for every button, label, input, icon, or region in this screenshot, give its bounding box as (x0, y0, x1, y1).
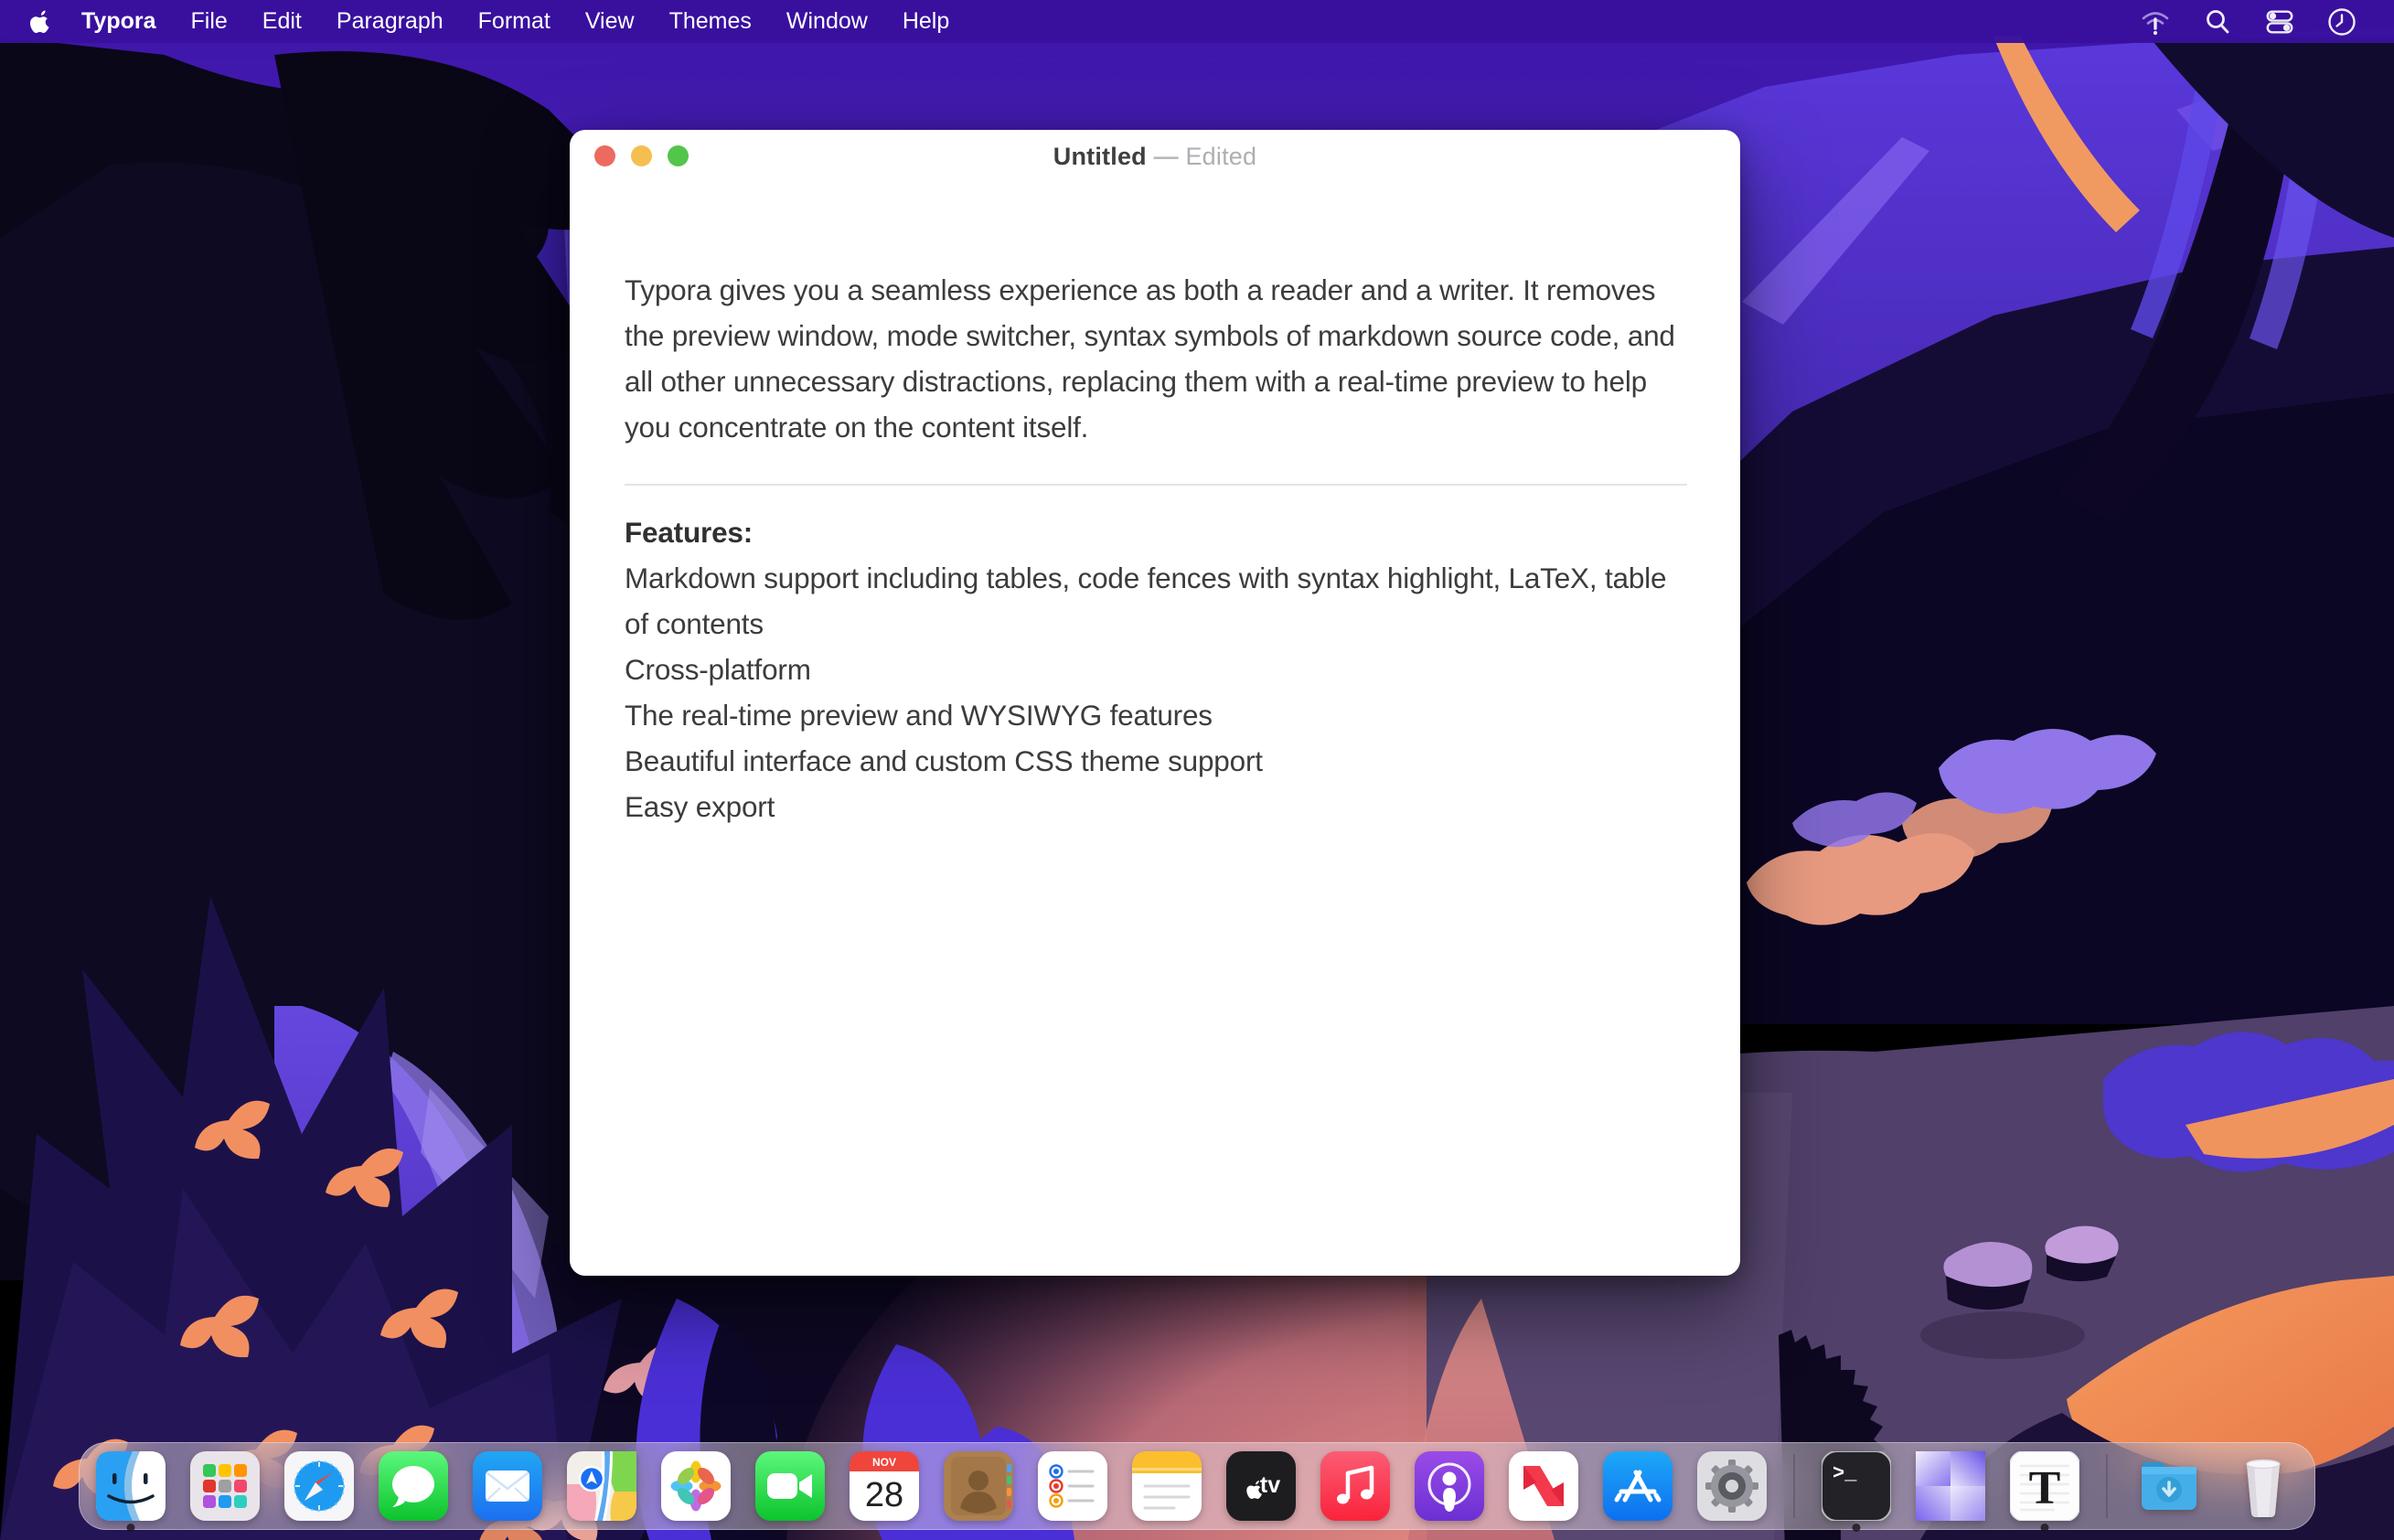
dock-divider (1793, 1454, 1795, 1518)
calendar-month: NOV (872, 1456, 896, 1469)
menu-bar-status-area (2140, 6, 2394, 37)
menu-bar-left: Typora File Edit Paragraph Format View T… (0, 0, 967, 43)
dock-mail-icon[interactable] (473, 1451, 542, 1521)
title-separator: — (1154, 143, 1179, 170)
feature-item: Beautiful interface and custom CSS theme… (625, 738, 1687, 784)
dock-launchpad-icon[interactable] (190, 1451, 260, 1521)
dock-facetime-icon[interactable] (755, 1451, 825, 1521)
close-button[interactable] (594, 145, 615, 166)
editor-area[interactable]: Typora gives you a seamless experience a… (625, 267, 1687, 829)
menu-item-edit[interactable]: Edit (245, 0, 319, 43)
feature-item: Markdown support including tables, code … (625, 555, 1687, 647)
wifi-alert-icon[interactable] (2140, 6, 2171, 37)
dock-app-store-icon[interactable] (1603, 1451, 1673, 1521)
dock-terminal-icon[interactable]: >_ (1822, 1451, 1891, 1521)
horizontal-rule (625, 484, 1687, 486)
feature-item: Easy export (625, 784, 1687, 829)
menu-item-window[interactable]: Window (769, 0, 885, 43)
desktop: Typora File Edit Paragraph Format View T… (0, 0, 2394, 1540)
terminal-prompt-glyph: >_ (1833, 1462, 1857, 1485)
dock-image-file-icon[interactable] (1916, 1451, 1985, 1521)
document-title: Untitled (1053, 143, 1147, 170)
apple-tv-label: tv (1260, 1472, 1280, 1498)
dock-apple-tv-icon[interactable]: tv (1226, 1451, 1296, 1521)
typora-running-indicator (2041, 1524, 2049, 1532)
menu-item-view[interactable]: View (568, 0, 652, 43)
features-heading: Features: (625, 509, 1687, 555)
menu-item-format[interactable]: Format (461, 0, 568, 43)
dock-typora-icon[interactable]: T (2010, 1451, 2079, 1521)
dock-finder-icon[interactable] (96, 1451, 166, 1521)
minimize-button[interactable] (631, 145, 652, 166)
intro-paragraph: Typora gives you a seamless experience a… (625, 267, 1687, 450)
typora-t-glyph: T (2029, 1462, 2061, 1514)
finder-running-indicator (127, 1524, 135, 1532)
dock-reminders-icon[interactable] (1038, 1451, 1107, 1521)
control-center-icon[interactable] (2264, 6, 2295, 37)
dock-trash-icon[interactable] (2228, 1451, 2298, 1521)
dock-calendar-icon[interactable]: NOV 28 (850, 1451, 919, 1521)
dock-system-settings-icon[interactable] (1697, 1451, 1767, 1521)
spotlight-search-icon[interactable] (2202, 6, 2233, 37)
menu-app-name[interactable]: Typora (64, 0, 174, 43)
dock-contacts-icon[interactable] (944, 1451, 1013, 1521)
apple-menu-icon[interactable] (29, 8, 53, 36)
menu-item-help[interactable]: Help (885, 0, 967, 43)
menu-item-themes[interactable]: Themes (652, 0, 769, 43)
dock-notes-icon[interactable] (1132, 1451, 1202, 1521)
clock-icon[interactable] (2326, 6, 2357, 37)
menu-item-file[interactable]: File (174, 0, 245, 43)
edited-badge: Edited (1185, 143, 1256, 170)
dock-news-icon[interactable] (1509, 1451, 1578, 1521)
menu-item-paragraph[interactable]: Paragraph (319, 0, 461, 43)
zoom-button[interactable] (668, 145, 689, 166)
menu-bar: Typora File Edit Paragraph Format View T… (0, 0, 2394, 43)
dock-messages-icon[interactable] (379, 1451, 448, 1521)
dock-divider (2106, 1454, 2108, 1518)
window-title: Untitled — Edited (570, 143, 1740, 171)
dock-maps-icon[interactable] (567, 1451, 636, 1521)
terminal-running-indicator (1853, 1524, 1861, 1532)
window-titlebar[interactable]: Untitled — Edited (570, 130, 1740, 183)
traffic-lights (594, 145, 689, 166)
dock-music-icon[interactable] (1320, 1451, 1390, 1521)
dock-photos-icon[interactable] (661, 1451, 731, 1521)
feature-item: The real-time preview and WYSIWYG featur… (625, 692, 1687, 738)
dock-safari-icon[interactable] (284, 1451, 354, 1521)
typora-window: Untitled — Edited Typora gives you a sea… (570, 130, 1740, 1276)
calendar-day: 28 (865, 1476, 903, 1514)
dock-downloads-icon[interactable] (2134, 1451, 2204, 1521)
feature-item: Cross-platform (625, 647, 1687, 692)
dock-podcasts-icon[interactable] (1415, 1451, 1484, 1521)
dock: NOV 28 (79, 1442, 2315, 1530)
